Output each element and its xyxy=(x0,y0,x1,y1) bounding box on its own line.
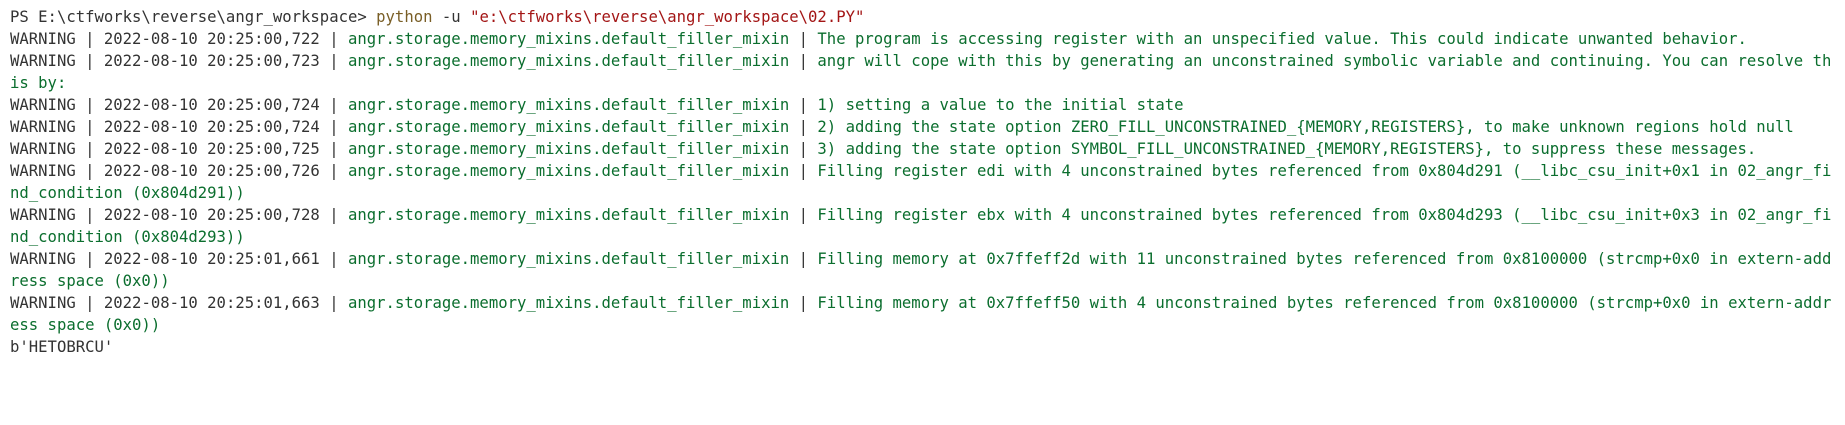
log-module: angr.storage.memory_mixins.default_fille… xyxy=(348,30,790,48)
log-level: WARNING xyxy=(10,30,76,48)
log-level: WARNING xyxy=(10,206,76,224)
log-separator: | xyxy=(85,162,95,180)
script-path: "e:\ctfworks\reverse\angr_workspace\02.P… xyxy=(470,8,865,26)
log-separator: | xyxy=(798,118,809,136)
log-separator: | xyxy=(798,52,809,70)
log-line: WARNING | 2022-08-10 20:25:00,723 | angr… xyxy=(10,50,1835,94)
log-separator: | xyxy=(329,206,339,224)
log-line: WARNING | 2022-08-10 20:25:00,722 | angr… xyxy=(10,28,1835,50)
log-module: angr.storage.memory_mixins.default_fille… xyxy=(348,96,790,114)
log-level: WARNING xyxy=(10,52,76,70)
log-module: angr.storage.memory_mixins.default_fille… xyxy=(348,294,790,312)
log-timestamp: 2022-08-10 20:25:01,661 xyxy=(103,250,320,268)
log-separator: | xyxy=(85,52,95,70)
shell-prompt: PS E:\ctfworks\reverse\angr_workspace> xyxy=(10,8,367,26)
log-message: The program is accessing register with a… xyxy=(817,30,1747,48)
log-separator: | xyxy=(329,294,339,312)
log-separator: | xyxy=(329,52,339,70)
log-level: WARNING xyxy=(10,162,76,180)
log-line: WARNING | 2022-08-10 20:25:00,724 | angr… xyxy=(10,94,1835,116)
log-timestamp: 2022-08-10 20:25:00,722 xyxy=(103,30,320,48)
log-message: 1) setting a value to the initial state xyxy=(817,96,1184,114)
log-timestamp: 2022-08-10 20:25:00,725 xyxy=(103,140,320,158)
program-output: b'HETOBRCU' xyxy=(10,338,114,356)
log-separator: | xyxy=(798,250,809,268)
log-separator: | xyxy=(329,96,339,114)
log-timestamp: 2022-08-10 20:25:00,723 xyxy=(103,52,320,70)
log-level: WARNING xyxy=(10,294,76,312)
log-line: WARNING | 2022-08-10 20:25:00,724 | angr… xyxy=(10,116,1835,138)
log-separator: | xyxy=(329,250,339,268)
log-level: WARNING xyxy=(10,140,76,158)
log-module: angr.storage.memory_mixins.default_fille… xyxy=(348,118,790,136)
command-flag: -u xyxy=(441,8,461,26)
log-module: angr.storage.memory_mixins.default_fille… xyxy=(348,162,790,180)
log-message: 3) adding the state option SYMBOL_FILL_U… xyxy=(817,140,1757,158)
log-separator: | xyxy=(798,140,809,158)
log-level: WARNING xyxy=(10,96,76,114)
log-separator: | xyxy=(798,162,809,180)
log-separator: | xyxy=(798,206,809,224)
command-line: PS E:\ctfworks\reverse\angr_workspace> p… xyxy=(10,6,1835,28)
log-module: angr.storage.memory_mixins.default_fille… xyxy=(348,206,790,224)
log-timestamp: 2022-08-10 20:25:00,724 xyxy=(103,118,320,136)
log-separator: | xyxy=(329,118,339,136)
log-separator: | xyxy=(329,162,339,180)
terminal-panel[interactable]: PS E:\ctfworks\reverse\angr_workspace> p… xyxy=(0,0,1845,425)
log-timestamp: 2022-08-10 20:25:01,663 xyxy=(103,294,320,312)
log-line: WARNING | 2022-08-10 20:25:01,661 | angr… xyxy=(10,248,1835,292)
log-timestamp: 2022-08-10 20:25:00,724 xyxy=(103,96,320,114)
log-module: angr.storage.memory_mixins.default_fille… xyxy=(348,52,790,70)
log-separator: | xyxy=(85,206,95,224)
log-separator: | xyxy=(85,30,95,48)
log-separator: | xyxy=(85,294,95,312)
log-message: 2) adding the state option ZERO_FILL_UNC… xyxy=(817,118,1794,136)
log-separator: | xyxy=(329,140,339,158)
log-level: WARNING xyxy=(10,118,76,136)
log-separator: | xyxy=(85,250,95,268)
log-module: angr.storage.memory_mixins.default_fille… xyxy=(348,140,790,158)
log-separator: | xyxy=(85,140,95,158)
log-timestamp: 2022-08-10 20:25:00,728 xyxy=(103,206,320,224)
command-name: python xyxy=(376,8,433,26)
log-separator: | xyxy=(85,96,95,114)
log-level: WARNING xyxy=(10,250,76,268)
log-separator: | xyxy=(329,30,339,48)
log-line: WARNING | 2022-08-10 20:25:00,728 | angr… xyxy=(10,204,1835,248)
log-module: angr.storage.memory_mixins.default_fille… xyxy=(348,250,790,268)
log-line: WARNING | 2022-08-10 20:25:01,663 | angr… xyxy=(10,292,1835,336)
log-separator: | xyxy=(798,294,809,312)
log-separator: | xyxy=(798,30,809,48)
log-separator: | xyxy=(85,118,95,136)
log-line: WARNING | 2022-08-10 20:25:00,726 | angr… xyxy=(10,160,1835,204)
log-separator: | xyxy=(798,96,809,114)
log-line: WARNING | 2022-08-10 20:25:00,725 | angr… xyxy=(10,138,1835,160)
log-timestamp: 2022-08-10 20:25:00,726 xyxy=(103,162,320,180)
